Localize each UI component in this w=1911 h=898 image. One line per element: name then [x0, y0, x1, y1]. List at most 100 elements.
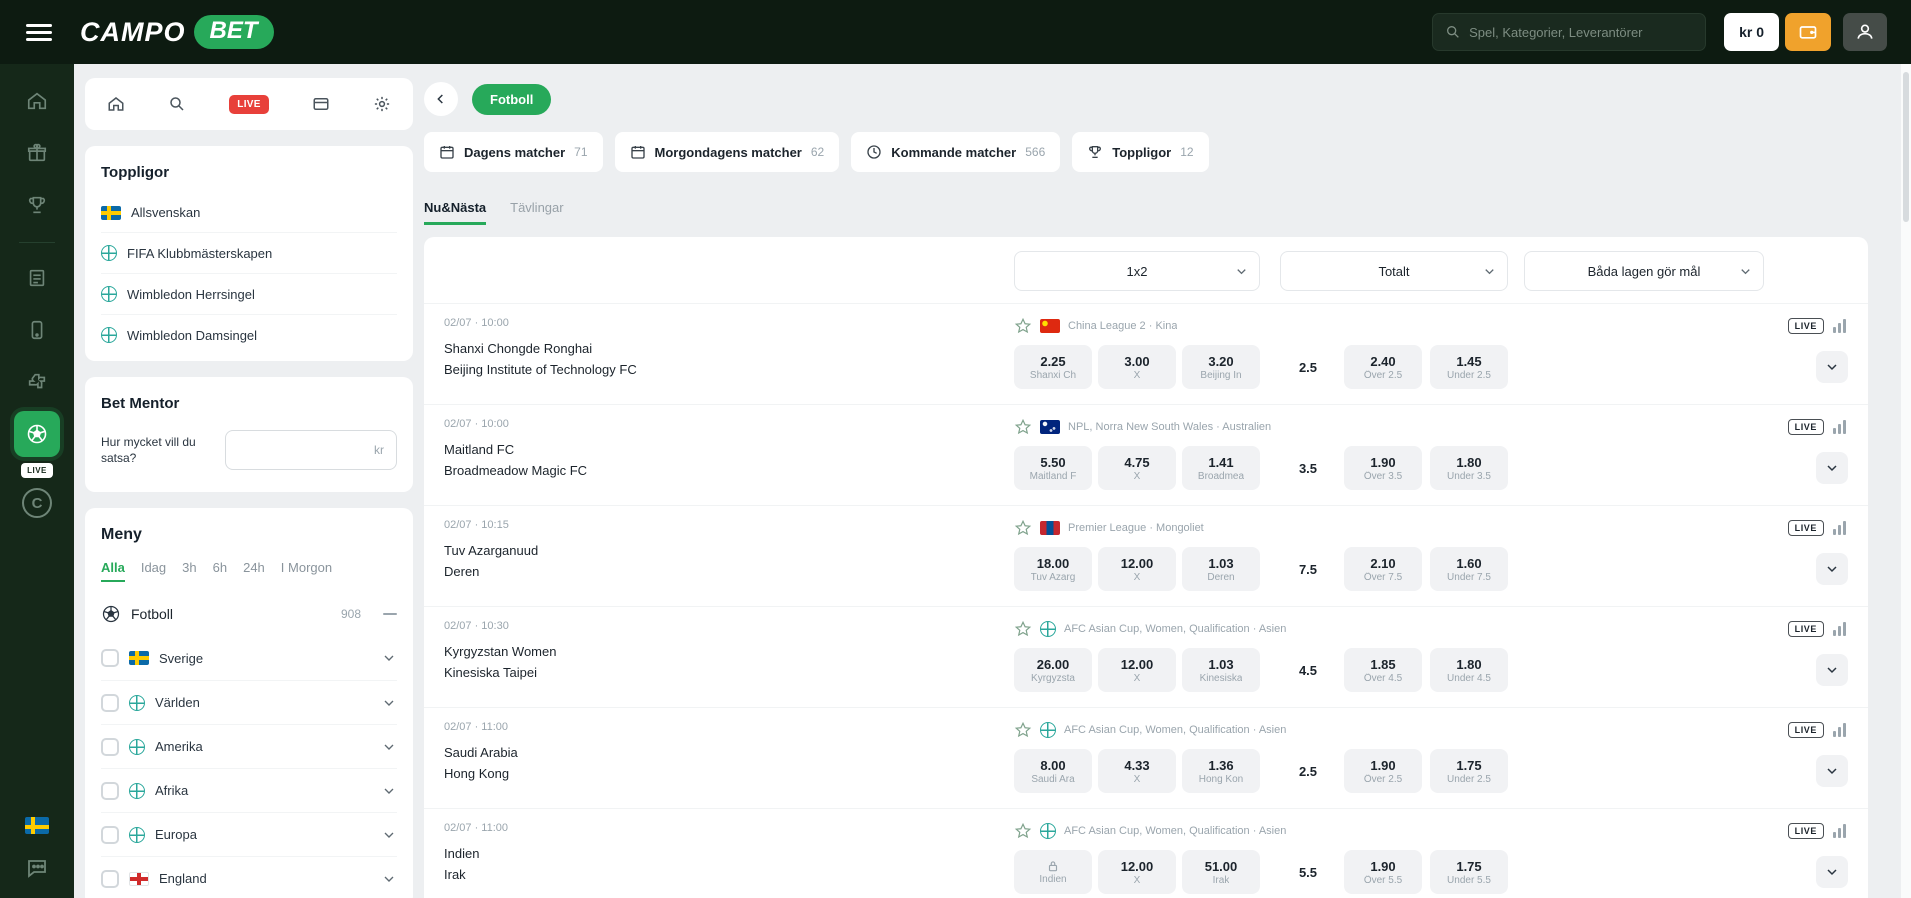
chevron-down-icon[interactable]: [381, 739, 397, 755]
expand-match-button[interactable]: [1816, 755, 1848, 787]
menu-tab[interactable]: Idag: [141, 560, 166, 582]
odds-under-button[interactable]: 1.80 Under 3.5: [1430, 446, 1508, 490]
country-row[interactable]: Europa: [101, 812, 397, 856]
odds-under-button[interactable]: 1.75 Under 5.5: [1430, 850, 1508, 894]
rail-live-button[interactable]: LIVE: [21, 463, 53, 478]
odds-over-button[interactable]: 1.90 Över 2.5: [1344, 749, 1422, 793]
nav-settings-gear-icon[interactable]: [373, 95, 391, 113]
stats-icon[interactable]: [1832, 823, 1848, 839]
country-row[interactable]: Afrika: [101, 768, 397, 812]
odds-draw-button[interactable]: 12.00 X: [1098, 850, 1176, 894]
odds-under-button[interactable]: 1.80 Under 4.5: [1430, 648, 1508, 692]
odds-over-button[interactable]: 1.90 Över 3.5: [1344, 446, 1422, 490]
match-info[interactable]: 02/07 · 11:00 Saudi Arabia Hong Kong: [444, 721, 1014, 793]
match-info[interactable]: 02/07 · 10:00 Maitland FC Broadmeadow Ma…: [444, 418, 1014, 490]
menu-tab[interactable]: I Morgon: [281, 560, 332, 582]
country-checkbox[interactable]: [101, 693, 119, 712]
filter-chip[interactable]: Toppligor 12: [1072, 132, 1209, 172]
favorite-star-icon[interactable]: [1014, 317, 1032, 335]
expand-match-button[interactable]: [1816, 351, 1848, 383]
scrollbar[interactable]: [1901, 64, 1911, 898]
rail-promotions-icon[interactable]: [14, 130, 60, 176]
rail-casino-icon[interactable]: C: [22, 488, 52, 518]
toppligor-item[interactable]: FIFA Klubbmästerskapen: [101, 232, 397, 273]
odds-home-button[interactable]: 5.50 Maitland F: [1014, 446, 1092, 490]
chevron-down-icon[interactable]: [381, 783, 397, 799]
market-select-totalt[interactable]: Totalt: [1280, 251, 1508, 291]
scrollbar-thumb[interactable]: [1903, 72, 1909, 222]
nav-search-icon[interactable]: [168, 95, 186, 113]
filter-chip[interactable]: Morgondagens matcher 62: [614, 132, 840, 172]
stats-icon[interactable]: [1832, 520, 1848, 536]
odds-over-button[interactable]: 1.90 Över 5.5: [1344, 850, 1422, 894]
deposit-button[interactable]: [1785, 13, 1831, 51]
back-button[interactable]: [424, 82, 458, 116]
odds-home-button[interactable]: 8.00 Saudi Ara: [1014, 749, 1092, 793]
odds-away-button[interactable]: 1.03 Deren: [1182, 547, 1260, 591]
odds-draw-button[interactable]: 3.00 X: [1098, 345, 1176, 389]
favorite-star-icon[interactable]: [1014, 822, 1032, 840]
odds-under-button[interactable]: 1.60 Under 7.5: [1430, 547, 1508, 591]
chevron-down-icon[interactable]: [381, 871, 397, 887]
match-info[interactable]: 02/07 · 10:30 Kyrgyzstan Women Kinesiska…: [444, 620, 1014, 692]
country-row[interactable]: England: [101, 856, 397, 898]
menu-tab[interactable]: 24h: [243, 560, 265, 582]
odds-away-button[interactable]: 51.00 Irak: [1182, 850, 1260, 894]
nav-live-badge[interactable]: LIVE: [229, 94, 269, 114]
expand-match-button[interactable]: [1816, 452, 1848, 484]
sport-pill[interactable]: Fotboll: [472, 83, 552, 115]
chat-icon[interactable]: [25, 856, 49, 880]
market-select-btts[interactable]: Båda lagen gör mål: [1524, 251, 1764, 291]
odds-away-button[interactable]: 1.03 Kinesiska: [1182, 648, 1260, 692]
odds-draw-button[interactable]: 4.33 X: [1098, 749, 1176, 793]
stats-icon[interactable]: [1832, 621, 1848, 637]
expand-match-button[interactable]: [1816, 654, 1848, 686]
rail-sports-icon[interactable]: [14, 411, 60, 457]
search-input[interactable]: [1469, 24, 1694, 40]
country-row[interactable]: Världen: [101, 680, 397, 724]
country-checkbox[interactable]: [101, 649, 119, 667]
odds-draw-button[interactable]: 12.00 X: [1098, 648, 1176, 692]
menu-tab[interactable]: 6h: [213, 560, 227, 582]
toppligor-item[interactable]: Wimbledon Damsingel: [101, 314, 397, 355]
stats-icon[interactable]: [1832, 318, 1848, 334]
stats-icon[interactable]: [1832, 722, 1848, 738]
country-checkbox[interactable]: [101, 825, 119, 844]
rail-mobile-icon[interactable]: [14, 307, 60, 353]
match-info[interactable]: 02/07 · 11:00 Indien Irak: [444, 822, 1014, 894]
collapse-icon[interactable]: [383, 613, 397, 615]
odds-away-button[interactable]: 1.36 Hong Kon: [1182, 749, 1260, 793]
language-flag-icon[interactable]: [25, 817, 49, 834]
rail-home-icon[interactable]: [14, 78, 60, 124]
favorite-star-icon[interactable]: [1014, 519, 1032, 537]
odds-home-button[interactable]: 18.00 Tuv Azarg: [1014, 547, 1092, 591]
sport-row-fotboll[interactable]: Fotboll 908: [101, 594, 397, 636]
favorite-star-icon[interactable]: [1014, 620, 1032, 638]
country-row[interactable]: Sverige: [101, 636, 397, 680]
odds-away-button[interactable]: 3.20 Beijing In: [1182, 345, 1260, 389]
odds-draw-button[interactable]: 4.75 X: [1098, 446, 1176, 490]
rail-tournaments-icon[interactable]: [14, 182, 60, 228]
hamburger-menu-icon[interactable]: [26, 20, 52, 45]
stats-icon[interactable]: [1832, 419, 1848, 435]
country-checkbox[interactable]: [101, 737, 119, 756]
country-checkbox[interactable]: [101, 781, 119, 800]
country-checkbox[interactable]: [101, 869, 119, 888]
filter-chip[interactable]: Dagens matcher 71: [424, 132, 603, 172]
tab-nu-nasta[interactable]: Nu&Nästa: [424, 200, 487, 225]
favorite-star-icon[interactable]: [1014, 418, 1032, 436]
nav-mybets-icon[interactable]: [312, 95, 330, 113]
toppligor-item[interactable]: Allsvenskan: [101, 193, 397, 232]
chevron-down-icon[interactable]: [381, 650, 397, 666]
odds-over-button[interactable]: 2.40 Över 2.5: [1344, 345, 1422, 389]
odds-home-button[interactable]: 2.25 Shanxi Ch: [1014, 345, 1092, 389]
rail-games-icon[interactable]: [14, 359, 60, 405]
odds-under-button[interactable]: 1.45 Under 2.5: [1430, 345, 1508, 389]
odds-home-button[interactable]: Indien: [1014, 850, 1092, 894]
expand-match-button[interactable]: [1816, 856, 1848, 888]
match-info[interactable]: 02/07 · 10:00 Shanxi Chongde Ronghai Bei…: [444, 317, 1014, 389]
filter-chip[interactable]: Kommande matcher 566: [851, 132, 1061, 172]
market-select-1x2[interactable]: 1x2: [1014, 251, 1260, 291]
odds-over-button[interactable]: 1.85 Över 4.5: [1344, 648, 1422, 692]
menu-tab[interactable]: Alla: [101, 560, 125, 582]
